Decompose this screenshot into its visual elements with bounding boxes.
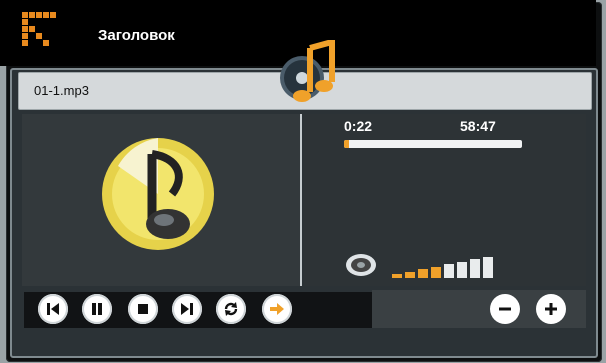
seek-bar-fill — [344, 140, 350, 148]
volume-bar — [483, 256, 493, 278]
seek-bar[interactable] — [344, 140, 522, 148]
volume-bar — [470, 259, 480, 278]
volume-up-button[interactable] — [536, 294, 566, 324]
previous-icon — [47, 303, 59, 315]
pause-button[interactable] — [82, 294, 112, 324]
volume-bar — [418, 269, 428, 278]
next-button[interactable] — [172, 294, 202, 324]
minus-icon — [499, 307, 511, 311]
plus-icon — [545, 303, 557, 315]
forward-button[interactable] — [262, 294, 292, 324]
stop-icon — [138, 304, 148, 314]
forward-arrow-icon — [270, 303, 284, 315]
stop-button[interactable] — [128, 294, 158, 324]
volume-bar — [457, 261, 467, 278]
total-time: 58:47 — [460, 118, 496, 134]
previous-button[interactable] — [38, 294, 68, 324]
speaker-icon — [346, 254, 376, 276]
page-title: Заголовок — [98, 27, 175, 44]
volume-bar — [405, 271, 415, 278]
volume-down-button[interactable] — [490, 294, 520, 324]
repeat-button[interactable] — [216, 294, 246, 324]
repeat-icon — [224, 302, 238, 316]
volume-bar — [392, 274, 402, 278]
volume-bar — [431, 266, 441, 278]
next-icon — [181, 303, 193, 315]
current-time: 0:22 — [344, 118, 373, 134]
volume-bar — [444, 264, 454, 278]
pause-icon — [92, 303, 102, 315]
music-disc-icon — [280, 40, 335, 102]
app-logo-icon — [22, 12, 56, 46]
file-name: 01-1.mp3 — [34, 83, 89, 98]
cd-music-icon — [102, 138, 214, 250]
